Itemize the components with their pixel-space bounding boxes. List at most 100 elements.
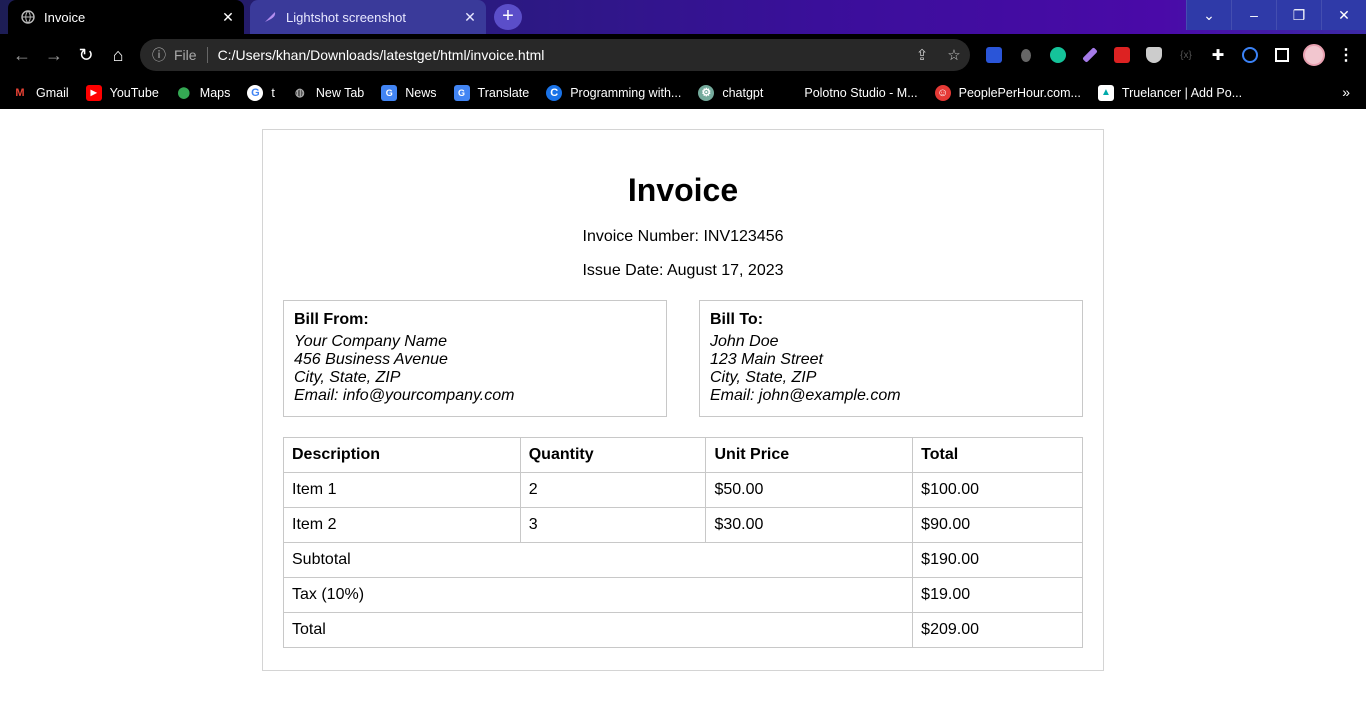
truelancer-icon: ▲ [1097,84,1114,101]
tab-title: Invoice [44,9,86,25]
bookmark-news[interactable]: G News [381,84,437,101]
bookmark-maps[interactable]: ⬤ Maps [176,85,231,101]
address-bar[interactable]: ⓘ File C:/Users/khan/Downloads/latestget… [140,39,970,71]
table-cell: $90.00 [912,507,1083,543]
feather-icon [262,9,278,25]
menu-icon[interactable]: ⋮ [1330,41,1362,69]
extension-1-icon[interactable] [978,41,1010,69]
address-line: Email: john@example.com [710,387,901,404]
table-cell: Item 1 [283,472,521,508]
address-line: 123 Main Street [710,351,823,368]
feather-icon[interactable] [1074,41,1106,69]
bookmark-truelancer[interactable]: ▲ Truelancer | Add Po... [1097,84,1243,101]
share-icon[interactable]: ⇪ [906,46,938,64]
new-tab-button[interactable]: + [494,4,522,30]
total-row: Total $209.00 [282,612,1083,648]
bookmark-translate[interactable]: G Translate [453,84,530,101]
items-table: Description Quantity Unit Price Total It… [282,437,1083,648]
tax-row: Tax (10%) $19.00 [282,577,1083,613]
globe-icon: ◍ [295,87,305,99]
summary-label: Total [282,612,914,648]
bookmark-gmail[interactable]: M Gmail [12,85,69,101]
maps-icon: ⬤ [177,87,190,99]
back-icon[interactable]: ← [6,39,38,71]
gmail-icon: M [15,86,25,99]
bookmark-label: Translate [477,85,530,100]
close-tab-icon[interactable]: ✕ [458,9,482,26]
reload-icon[interactable]: ↻ [70,39,102,71]
divider [206,47,208,63]
side-panel-icon[interactable] [1266,41,1298,69]
code-icon[interactable]: {x} [1170,41,1202,69]
tab-lightshot[interactable]: Lightshot screenshot ✕ [250,0,486,34]
bookmark-youtube[interactable]: ▶ YouTube [85,84,159,101]
forward-icon[interactable]: → [38,39,70,71]
table-header-row: Description Quantity Unit Price Total [283,437,1083,473]
browser-toolbar: ← → ↻ ⌂ ⓘ File C:/Users/khan/Downloads/l… [0,34,1366,76]
tab-search-icon[interactable]: ⌄ [1186,0,1231,30]
column-header: Description [283,437,521,473]
invoice-container: Invoice Invoice Number: INV123456 Issue … [262,129,1104,671]
shield-icon[interactable] [1138,41,1170,69]
table-cell: Item 2 [283,507,521,543]
column-header: Total [912,437,1083,473]
bookmark-label: Polotno Studio - M... [804,85,918,100]
invoice-number: Invoice Number: INV123456 [582,228,784,245]
table-cell: $50.00 [705,472,914,508]
table-row: Item 2 3 $30.00 $90.00 [283,507,1083,543]
youtube-icon: ▶ [85,84,102,101]
avatar[interactable] [1298,41,1330,69]
google-icon: G [247,84,264,101]
summary-value: $19.00 [912,577,1083,613]
bookmark-label: chatgpt [722,85,764,100]
address-line: City, State, ZIP [294,369,401,386]
globe-icon [20,9,36,25]
bill-from-box: Bill From: Your Company Name 456 Busines… [283,300,667,417]
bookmark-polotno[interactable]: Polotno Studio - M... [780,85,917,101]
summary-label: Tax (10%) [282,577,914,613]
grammarly-icon[interactable] [1042,41,1074,69]
bill-from-heading: Bill From: [294,311,369,328]
bug-icon[interactable] [1010,41,1042,69]
tab-invoice[interactable]: Invoice ✕ [8,0,244,34]
home-icon[interactable]: ⌂ [102,39,134,71]
info-icon[interactable]: ⓘ [152,45,166,65]
summary-value: $209.00 [912,612,1083,648]
address-line: City, State, ZIP [710,369,817,386]
blank-icon [780,85,796,101]
bookmark-programming[interactable]: C Programming with... [546,84,682,101]
bookmark-label: t [271,85,275,100]
issue-date: Issue Date: August 17, 2023 [582,262,784,279]
translate-icon: G [453,84,470,101]
bookmark-label: Gmail [36,85,69,100]
puzzle-icon[interactable]: ✚ [1202,41,1234,69]
bill-to-address: John Doe 123 Main Street City, State, ZI… [710,333,1072,405]
bookmark-star-icon[interactable]: ☆ [938,46,970,64]
scheme-label: File [174,47,197,63]
bookmark-peopleperhour[interactable]: ☺ PeoplePerHour.com... [934,84,1081,101]
bookmark-t[interactable]: G t [247,84,275,101]
tab-strip: Invoice ✕ Lightshot screenshot ✕ + ⌄ – ❐… [0,0,1366,34]
bookmark-label: Truelancer | Add Po... [1121,85,1243,100]
bookmark-label: Programming with... [570,85,682,100]
extensions-area: {x} ✚ ⋮ [978,41,1362,69]
minimize-icon[interactable]: – [1231,0,1276,30]
close-window-icon[interactable]: ✕ [1321,0,1366,30]
download-icon[interactable] [1234,41,1266,69]
extension-red-icon[interactable] [1106,41,1138,69]
bookmarks-overflow-icon[interactable]: » [1342,84,1350,100]
window-controls: ⌄ – ❐ ✕ [1186,0,1366,30]
restore-icon[interactable]: ❐ [1276,0,1321,30]
bookmark-label: PeoplePerHour.com... [958,85,1081,100]
table-cell: 3 [519,507,707,543]
tab-title: Lightshot screenshot [286,9,406,25]
table-cell: $30.00 [705,507,914,543]
address-line: 456 Business Avenue [294,351,448,368]
bookmark-chatgpt[interactable]: ⚙ chatgpt [698,84,764,101]
subtotal-row: Subtotal $190.00 [282,542,1083,578]
close-tab-icon[interactable]: ✕ [216,9,240,26]
url-text[interactable]: C:/Users/khan/Downloads/latestget/html/i… [218,47,906,63]
bookmark-label: News [405,85,437,100]
bookmark-label: YouTube [109,85,159,100]
bookmark-new-tab[interactable]: ◍ New Tab [292,85,364,101]
